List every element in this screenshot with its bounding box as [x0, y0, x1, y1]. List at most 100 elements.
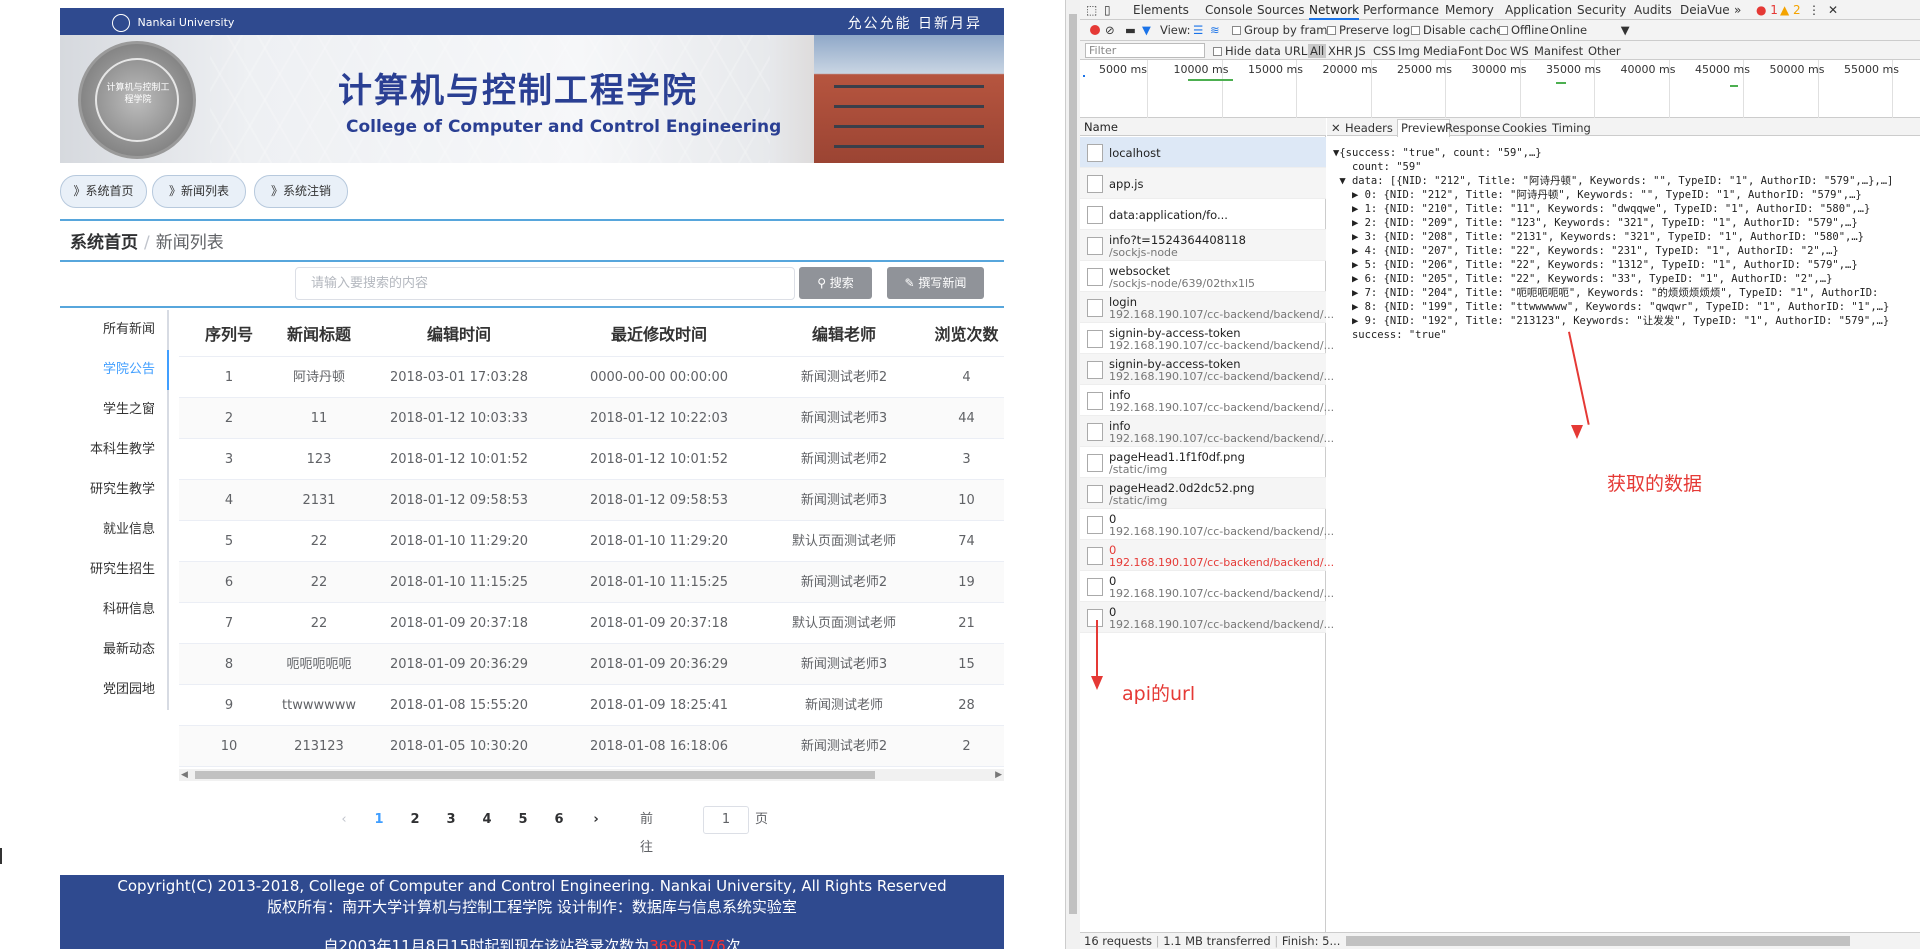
- json-line[interactable]: ▶ 2: {NID: "209", Title: "123", Keywords…: [1333, 216, 1858, 230]
- request-row[interactable]: signin-by-access-token 192.168.190.107/cc…: [1080, 354, 1334, 385]
- tab-cookies[interactable]: Cookies: [1502, 121, 1547, 135]
- tab-elements[interactable]: Elements: [1133, 3, 1189, 17]
- side-menu-item[interactable]: 就业信息: [60, 510, 167, 550]
- tab-timing[interactable]: Timing: [1552, 121, 1591, 135]
- request-row[interactable]: pageHead1.1f1f0df.png/static/img: [1080, 447, 1326, 478]
- filter-type-all[interactable]: All: [1308, 44, 1327, 58]
- warning-badge[interactable]: ▲ 2: [1780, 3, 1801, 17]
- nav-home-button[interactable]: 》系统首页: [60, 175, 147, 208]
- filter-type-css[interactable]: CSS: [1373, 44, 1396, 58]
- preserve-log-checkbox[interactable]: Preserve log: [1327, 23, 1410, 37]
- goto-page-input[interactable]: 1: [703, 806, 749, 834]
- filter-type-img[interactable]: Img: [1398, 44, 1420, 58]
- filter-type-ws[interactable]: WS: [1510, 44, 1529, 58]
- request-row[interactable]: 0 192.168.190.107/cc-backend/backend/...: [1080, 540, 1334, 571]
- table-row[interactable]: 1 阿诗丹顿 2018-03-01 17:03:28 0000-00-00 00:00…: [179, 357, 1004, 398]
- filter-type-doc[interactable]: Doc: [1485, 44, 1507, 58]
- filter-type-manifest[interactable]: Manifest: [1534, 44, 1583, 58]
- tab-console[interactable]: Console: [1205, 3, 1253, 17]
- scrollbar-thumb[interactable]: [195, 771, 875, 779]
- page-vertical-scrollbar[interactable]: [1066, 0, 1080, 949]
- next-page-button[interactable]: ›: [582, 806, 610, 834]
- request-row[interactable]: info 192.168.190.107/cc-backend/backend/.…: [1080, 416, 1334, 447]
- side-menu-item[interactable]: 学生之窗: [60, 390, 167, 430]
- side-menu-item[interactable]: 研究生招生: [60, 550, 167, 590]
- request-row[interactable]: 0 192.168.190.107/cc-backend/backend/...: [1080, 602, 1334, 633]
- json-line[interactable]: ▶ 3: {NID: "208", Title: "2131", Keyword…: [1333, 230, 1864, 244]
- breadcrumb-home[interactable]: 系统首页: [70, 233, 138, 253]
- search-input[interactable]: 请输入要搜索的内容: [295, 267, 795, 300]
- side-menu-item[interactable]: 学院公告: [60, 350, 169, 390]
- json-line[interactable]: count: "59": [1333, 160, 1422, 174]
- filter-type-xhr[interactable]: XHR: [1328, 44, 1353, 58]
- network-timeline-overview[interactable]: 5000 ms 10000 ms 15000 ms 20000 ms 25000 ms 3…: [1080, 60, 1920, 118]
- request-row[interactable]: websocket/sockjs-node/639/02thx1l5: [1080, 261, 1326, 292]
- inspect-icon[interactable]: ⬚: [1086, 3, 1097, 17]
- filter-input[interactable]: Filter: [1085, 43, 1205, 58]
- disable-cache-checkbox[interactable]: Disable cache: [1411, 23, 1503, 37]
- table-horizontal-scrollbar[interactable]: ◀ ▶: [179, 769, 1004, 781]
- close-icon[interactable]: ✕: [1828, 3, 1838, 17]
- json-line[interactable]: success: "true": [1333, 328, 1447, 342]
- nav-logout-button[interactable]: 》系统注销: [254, 175, 348, 208]
- json-line[interactable]: ▶ 7: {NID: "204", Title: "呃呃呃呃呃", Keywor…: [1333, 286, 1878, 300]
- table-row[interactable]: 3 123 2018-01-12 10:01:52 2018-01-12 10:01:…: [179, 439, 1004, 480]
- tab-devue[interactable]: DeiaVue: [1680, 3, 1730, 17]
- tab-preview[interactable]: Preview: [1397, 119, 1450, 137]
- json-line[interactable]: ▶ 8: {NID: "199", Title: "ttwwwwww", Key…: [1333, 300, 1889, 314]
- side-menu-item[interactable]: 党团园地: [60, 670, 167, 710]
- clear-icon[interactable]: ⊘: [1105, 23, 1115, 37]
- table-row[interactable]: 5 22 2018-01-10 11:29:20 2018-01-10 11:29:2…: [179, 521, 1004, 562]
- name-column-header[interactable]: Name: [1080, 118, 1326, 136]
- page-number[interactable]: 4: [473, 806, 501, 834]
- waterfall-view-icon[interactable]: ≋: [1210, 23, 1220, 37]
- request-row[interactable]: app.js: [1080, 168, 1326, 199]
- hide-data-urls-checkbox[interactable]: Hide data URLs: [1213, 44, 1313, 58]
- more-tabs-icon[interactable]: »: [1734, 3, 1741, 17]
- page-number[interactable]: 6: [545, 806, 573, 834]
- table-row[interactable]: 7 22 2018-01-09 20:37:18 2018-01-09 20:37:1…: [179, 603, 1004, 644]
- table-row[interactable]: 4 2131 2018-01-12 09:58:53 2018-01-12 09:58…: [179, 480, 1004, 521]
- tab-memory[interactable]: Memory: [1445, 3, 1494, 17]
- scroll-right-arrow-icon[interactable]: ▶: [995, 769, 1002, 781]
- tab-security[interactable]: Security: [1577, 3, 1626, 17]
- side-menu-item[interactable]: 所有新闻: [60, 310, 167, 350]
- detail-horizontal-scrollbar[interactable]: [1346, 936, 1850, 946]
- column-header[interactable]: 编辑时间: [359, 312, 559, 357]
- filter-type-font[interactable]: Font: [1458, 44, 1483, 58]
- column-header[interactable]: 序列号: [179, 312, 279, 357]
- record-icon[interactable]: [1090, 25, 1100, 35]
- request-row[interactable]: 0 192.168.190.107/cc-backend/backend/...: [1080, 571, 1334, 602]
- tab-application[interactable]: Application: [1505, 3, 1572, 17]
- screenshot-icon[interactable]: ▬: [1125, 23, 1136, 37]
- request-row[interactable]: info 192.168.190.107/cc-backend/backend/.…: [1080, 385, 1334, 416]
- error-badge[interactable]: ● 1: [1756, 3, 1778, 17]
- json-line[interactable]: ▶ 6: {NID: "205", Title: "22", Keywords:…: [1333, 272, 1832, 286]
- side-menu-item[interactable]: 研究生教学: [60, 470, 167, 510]
- scrollbar-thumb[interactable]: [1069, 14, 1077, 914]
- side-menu-item[interactable]: 本科生教学: [60, 430, 167, 470]
- json-line[interactable]: ▶ 1: {NID: "210", Title: "11", Keywords:…: [1333, 202, 1870, 216]
- request-row[interactable]: pageHead2.0d2dc52.png/static/img: [1080, 478, 1326, 509]
- nav-news-list-button[interactable]: 》新闻列表: [152, 175, 246, 208]
- tab-response[interactable]: Response: [1445, 121, 1500, 135]
- request-row[interactable]: data:application/fo...: [1080, 199, 1326, 230]
- tab-network[interactable]: Network: [1309, 3, 1360, 20]
- column-header[interactable]: 最近修改时间: [559, 312, 759, 357]
- filter-type-js[interactable]: JS: [1355, 44, 1366, 58]
- page-number[interactable]: 3: [437, 806, 465, 834]
- throttling-select[interactable]: Online ▼: [1550, 23, 1630, 37]
- request-row[interactable]: 0 192.168.190.107/cc-backend/backend/...: [1080, 509, 1334, 540]
- table-row[interactable]: 10 213123 2018-01-05 10:30:20 2018-01-08 16…: [179, 726, 1004, 767]
- json-line[interactable]: ▼{success: "true", count: "59",…}: [1333, 146, 1542, 160]
- request-row[interactable]: info?t=1524364408118/sockjs-node: [1080, 230, 1326, 261]
- device-toolbar-icon[interactable]: ▯: [1104, 3, 1111, 17]
- table-row[interactable]: 2 11 2018-01-12 10:03:33 2018-01-12 10:22:0…: [179, 398, 1004, 439]
- tab-headers[interactable]: Headers: [1345, 121, 1393, 135]
- table-row[interactable]: 9 ttwwwwww 2018-01-08 15:55:20 2018-01-09 1…: [179, 685, 1004, 726]
- side-menu-item[interactable]: 最新动态: [60, 630, 167, 670]
- tab-sources[interactable]: Sources: [1257, 3, 1304, 17]
- list-view-icon[interactable]: ☰: [1193, 23, 1203, 37]
- search-button[interactable]: ⚲ 搜索: [799, 267, 872, 299]
- tab-performance[interactable]: Performance: [1363, 3, 1439, 17]
